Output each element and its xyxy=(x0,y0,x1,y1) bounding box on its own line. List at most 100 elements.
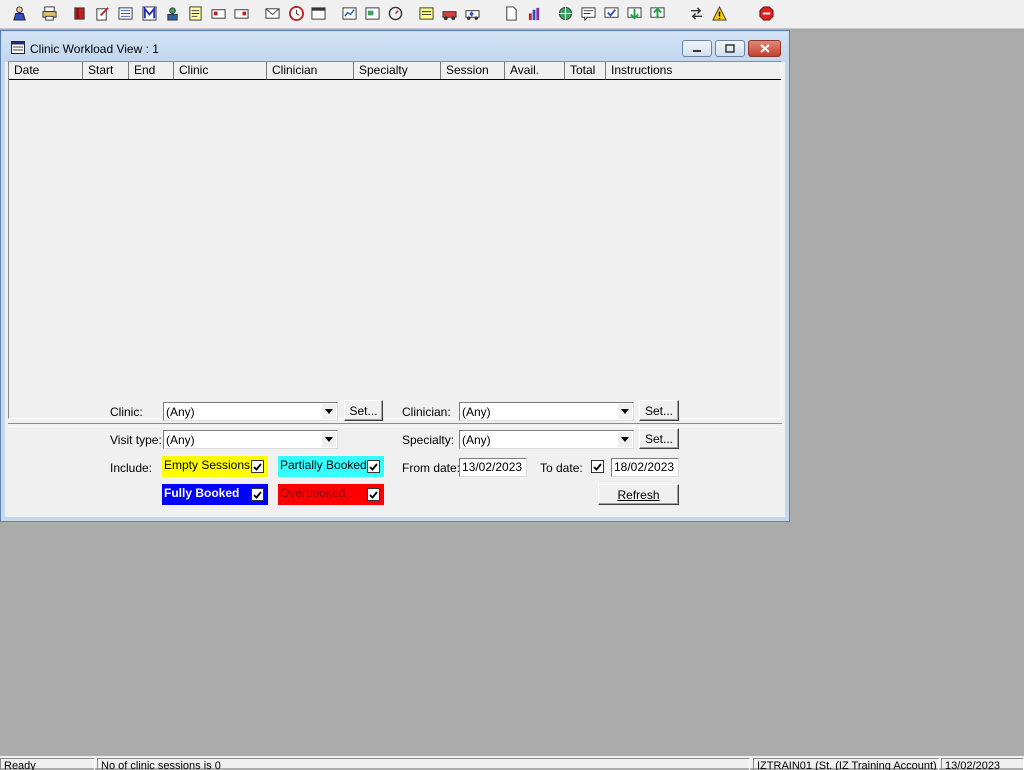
document-icon xyxy=(506,6,517,21)
list-icon xyxy=(118,7,133,20)
checkmark-icon xyxy=(369,490,378,499)
status-ready: Ready xyxy=(0,758,95,770)
download-button[interactable] xyxy=(624,3,645,24)
report-button[interactable] xyxy=(362,3,383,24)
globe-icon xyxy=(558,6,573,21)
clinician-dropdown-arrow[interactable] xyxy=(618,404,632,419)
close-icon xyxy=(759,44,770,53)
session-list[interactable]: Date Start End Clinic Clinician Specialt… xyxy=(8,61,782,419)
document-button[interactable] xyxy=(501,3,522,24)
partially-booked-checkbox[interactable] xyxy=(367,460,380,473)
chart-icon xyxy=(342,7,357,20)
include-label: Include: xyxy=(110,461,153,475)
person-icon xyxy=(167,7,178,21)
close-button[interactable] xyxy=(748,40,781,57)
warning-button[interactable] xyxy=(709,3,730,24)
referral-button[interactable] xyxy=(208,3,229,24)
column-clinician[interactable]: Clinician xyxy=(267,62,354,79)
window-app-icon xyxy=(11,41,25,54)
timer-icon xyxy=(388,6,403,21)
minimize-button[interactable] xyxy=(682,40,712,57)
book-button[interactable] xyxy=(69,3,90,24)
fully-booked-checkbox[interactable] xyxy=(251,488,264,501)
column-start[interactable]: Start xyxy=(83,62,129,79)
column-instructions[interactable]: Instructions xyxy=(606,62,781,79)
column-avail[interactable]: Avail. xyxy=(505,62,565,79)
clinic-combo[interactable]: (Any) xyxy=(163,402,338,421)
panel-divider xyxy=(8,423,782,427)
visit-type-combo[interactable]: (Any) xyxy=(163,430,338,449)
session-list-header: Date Start End Clinic Clinician Specialt… xyxy=(9,62,781,80)
ambulance-icon xyxy=(465,10,480,20)
letter-button[interactable] xyxy=(262,3,283,24)
specialty-dropdown-arrow[interactable] xyxy=(618,432,632,447)
edit-note-button[interactable] xyxy=(92,3,113,24)
edit-note-icon xyxy=(96,7,109,21)
refresh-button[interactable]: Refresh xyxy=(598,484,679,505)
specialty-combo[interactable]: (Any) xyxy=(459,430,634,449)
fully-booked-label: Fully Booked xyxy=(164,486,240,500)
chevron-down-icon xyxy=(325,437,333,442)
to-date-field[interactable]: 18/02/2023 xyxy=(611,458,679,477)
ambulance-button[interactable] xyxy=(462,3,483,24)
clinic-workload-window: Clinic Workload View : 1 Date Start End … xyxy=(0,30,790,522)
clock-button[interactable] xyxy=(286,3,307,24)
chevron-down-icon xyxy=(621,437,629,442)
status-message: No of clinic sessions is 0 xyxy=(97,758,750,770)
empty-sessions-checkbox[interactable] xyxy=(251,460,264,473)
upload-button[interactable] xyxy=(647,3,668,24)
checkmark-icon xyxy=(593,462,602,471)
vehicle-icon xyxy=(442,11,457,21)
visit-type-dropdown-arrow[interactable] xyxy=(322,432,336,447)
overbooked-checkbox[interactable] xyxy=(367,488,380,501)
vehicle-button[interactable] xyxy=(439,3,460,24)
note-button[interactable] xyxy=(416,3,437,24)
column-end[interactable]: End xyxy=(129,62,174,79)
globe-button[interactable] xyxy=(555,3,576,24)
clinician-value: (Any) xyxy=(462,405,491,419)
clinic-set-button[interactable]: Set... xyxy=(344,400,383,421)
clock-icon xyxy=(289,6,304,21)
print-button[interactable] xyxy=(39,3,60,24)
specialty-set-button[interactable]: Set... xyxy=(639,428,679,449)
report-icon xyxy=(365,7,380,20)
person-button[interactable] xyxy=(162,3,183,24)
bar-chart-button[interactable] xyxy=(524,3,545,24)
status-date: 13/02/2023 xyxy=(941,758,1024,770)
mail-button[interactable] xyxy=(139,3,160,24)
book-icon xyxy=(74,7,85,20)
letter-icon xyxy=(265,8,280,19)
column-date[interactable]: Date xyxy=(9,62,83,79)
transfer-button[interactable] xyxy=(231,3,252,24)
clinician-combo[interactable]: (Any) xyxy=(459,402,634,421)
from-date-label: From date: xyxy=(402,461,461,475)
refresh-label: Refresh xyxy=(617,487,660,502)
exit-button[interactable] xyxy=(756,3,777,24)
window-button[interactable] xyxy=(308,3,329,24)
maximize-icon xyxy=(725,44,735,53)
referral-icon xyxy=(211,9,226,19)
chart-button[interactable] xyxy=(339,3,360,24)
clinic-dropdown-arrow[interactable] xyxy=(322,404,336,419)
maximize-button[interactable] xyxy=(715,40,745,57)
message-button[interactable] xyxy=(578,3,599,24)
form-button[interactable] xyxy=(185,3,206,24)
message-check-button[interactable] xyxy=(601,3,622,24)
user-icon xyxy=(13,6,26,21)
window-titlebar[interactable]: Clinic Workload View : 1 xyxy=(2,32,788,62)
from-date-field[interactable]: 13/02/2023 xyxy=(459,458,527,477)
clinician-set-button[interactable]: Set... xyxy=(639,400,679,421)
column-clinic[interactable]: Clinic xyxy=(174,62,267,79)
status-user: IZTRAIN01 (St. (IZ Training Account) xyxy=(753,758,939,770)
swap-button[interactable] xyxy=(686,3,707,24)
status-bar: Ready No of clinic sessions is 0 IZTRAIN… xyxy=(0,756,1024,770)
timer-button[interactable] xyxy=(385,3,406,24)
printer-icon xyxy=(42,6,57,21)
column-total[interactable]: Total xyxy=(565,62,606,79)
column-session[interactable]: Session xyxy=(441,62,505,79)
list-button[interactable] xyxy=(115,3,136,24)
column-specialty[interactable]: Specialty xyxy=(354,62,441,79)
checkmark-icon xyxy=(369,462,378,471)
to-date-checkbox[interactable] xyxy=(591,460,604,473)
user-button[interactable] xyxy=(9,3,30,24)
